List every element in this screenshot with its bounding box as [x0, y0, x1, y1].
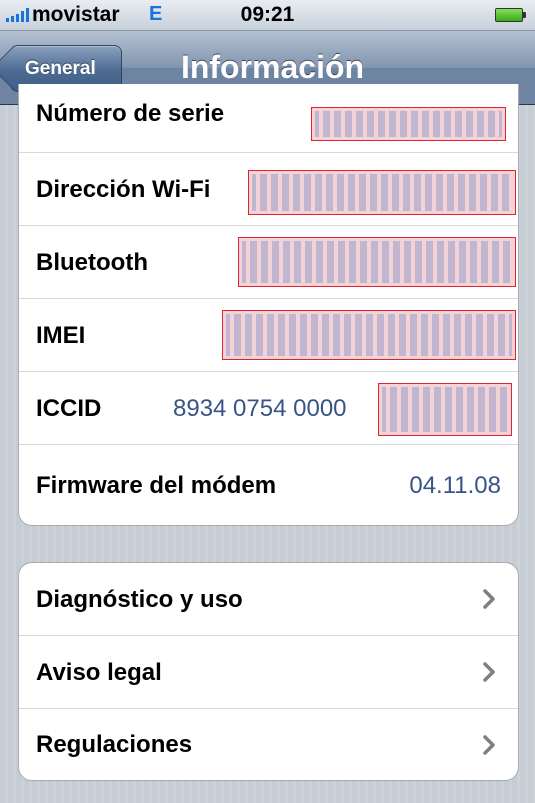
row-label: Regulaciones: [36, 731, 193, 758]
chevron-right-icon: [483, 662, 495, 682]
table-row-imei: IMEI: [19, 299, 518, 372]
row-label: IMEI: [36, 322, 86, 349]
chevron-right-icon: [483, 589, 495, 609]
table-row-wifi: Dirección Wi-Fi: [19, 153, 518, 226]
modem-firmware-value: 04.11.08: [409, 472, 501, 499]
battery-icon: [495, 8, 526, 22]
redacted-wifi-address: [248, 170, 516, 215]
table-row-legal[interactable]: Aviso legal: [19, 636, 518, 709]
row-label: ICCID: [36, 395, 102, 422]
table-row-iccid: ICCID 8934 0754 0000: [19, 372, 518, 445]
table-row-bluetooth: Bluetooth: [19, 226, 518, 299]
table-row-serial: Número de serie: [19, 84, 518, 153]
row-label: Dirección Wi-Fi: [36, 176, 211, 203]
row-label: Número de serie: [36, 100, 225, 127]
row-label: Bluetooth: [36, 249, 148, 276]
links-table: Diagnóstico y uso Aviso legal Regulacion…: [18, 562, 519, 781]
status-bar: movistar E 09:21: [0, 0, 535, 31]
redacted-serial-number: [311, 107, 506, 141]
redacted-bluetooth-address: [238, 237, 516, 287]
table-row-modem-firmware: Firmware del módem 04.11.08: [19, 445, 518, 526]
table-row-diagnostics[interactable]: Diagnóstico y uso: [19, 563, 518, 636]
chevron-right-icon: [483, 734, 495, 755]
row-label: Aviso legal: [36, 659, 162, 686]
redacted-iccid-suffix: [378, 383, 512, 436]
iccid-value: 8934 0754 0000: [173, 395, 347, 422]
info-table: Número de serie Dirección Wi-Fi Bluetoot…: [18, 84, 519, 526]
clock: 09:21: [240, 3, 295, 26]
table-row-regulatory[interactable]: Regulaciones: [19, 709, 518, 780]
row-label: Firmware del módem: [36, 472, 277, 499]
redacted-imei: [222, 310, 516, 360]
row-label: Diagnóstico y uso: [36, 586, 243, 613]
